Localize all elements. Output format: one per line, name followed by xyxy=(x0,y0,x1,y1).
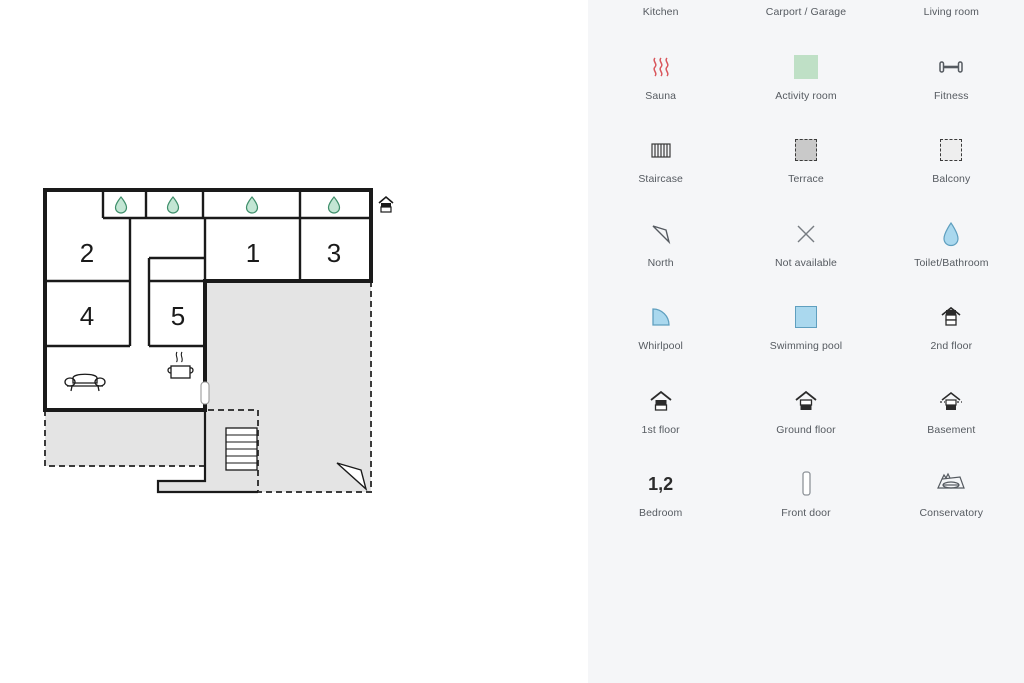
legend-item-label: Balcony xyxy=(932,173,971,185)
terrace-swatch-icon xyxy=(794,133,817,167)
legend-item-label: Sauna xyxy=(645,89,677,102)
legend-item-conservatory[interactable]: Conservatory xyxy=(879,453,1024,537)
legend-item-bedroom[interactable]: 1,2 Bedroom xyxy=(588,453,733,537)
front-door-icon xyxy=(797,467,815,501)
legend-item-sauna[interactable]: Sauna xyxy=(588,36,733,120)
legend-item-terrace[interactable]: Terrace xyxy=(733,119,878,203)
legend-item-label: Fitness xyxy=(934,89,969,102)
toilet-bathroom-marker xyxy=(166,196,180,214)
whirlpool-quarter-circle-icon xyxy=(648,300,674,334)
activity-room-swatch-icon xyxy=(793,50,818,84)
front-door-icon xyxy=(200,381,210,405)
ground-floor-house-icon xyxy=(792,384,820,418)
north-arrow-icon xyxy=(647,217,675,251)
legend-item-label: Carport / Garage xyxy=(765,6,847,18)
basement-house-icon xyxy=(936,384,966,418)
legend-item-label: North xyxy=(647,256,674,269)
legend-item-front-door[interactable]: Front door xyxy=(733,453,878,537)
legend-item-label: 2nd floor xyxy=(930,340,973,352)
legend-item-label: Activity room xyxy=(775,89,837,102)
legend-item-label: Ground floor xyxy=(776,423,836,436)
legend-item-swimming-pool[interactable]: Swimming pool xyxy=(733,286,878,370)
staircase-icon xyxy=(225,427,258,471)
legend-item-fitness[interactable]: Fitness xyxy=(879,36,1024,120)
legend-item-ground-floor[interactable]: Ground floor xyxy=(733,370,878,454)
floorplan-drawing: 2 1 3 4 5 xyxy=(43,188,394,494)
second-floor-house-icon xyxy=(937,300,965,334)
legend-item-basement[interactable]: Basement xyxy=(879,370,1024,454)
room-number-label: 2 xyxy=(80,238,94,268)
room-number-label: 3 xyxy=(327,238,341,268)
legend-item-label: Swimming pool xyxy=(769,340,843,352)
legend-item-north[interactable]: North xyxy=(588,203,733,287)
ground-floor-icon xyxy=(378,195,394,213)
legend-item-label: Front door xyxy=(781,507,831,519)
living-room-sofa-icon xyxy=(64,373,106,392)
legend-item-label: Not available xyxy=(774,256,837,269)
kitchen-pot-icon xyxy=(167,351,194,379)
legend-item-label: Whirlpool xyxy=(638,340,683,352)
toilet-bathroom-marker xyxy=(327,196,341,214)
balcony-swatch-icon xyxy=(940,133,963,167)
legend-item-2nd-floor[interactable]: 2nd floor xyxy=(879,286,1024,370)
bedroom-number-glyph: 1,2 xyxy=(648,467,673,501)
legend-item-whirlpool[interactable]: Whirlpool xyxy=(588,286,733,370)
legend-item-carport-garage[interactable]: Carport / Garage xyxy=(733,0,878,36)
room-number-label: 4 xyxy=(80,301,94,331)
legend-item-label: Staircase xyxy=(638,173,683,185)
legend-item-label: Basement xyxy=(927,423,976,436)
legend-item-label: Kitchen xyxy=(642,6,679,18)
legend-item-kitchen[interactable]: Kitchen xyxy=(588,0,733,36)
legend-item-staircase[interactable]: Staircase xyxy=(588,119,733,203)
legend-item-label: Bedroom xyxy=(639,507,683,519)
legend-item-living-room[interactable]: Living room xyxy=(879,0,1024,36)
conservatory-icon xyxy=(934,467,968,501)
legend-item-balcony[interactable]: Balcony xyxy=(879,119,1024,203)
toilet-bathroom-drop-icon xyxy=(941,217,961,251)
toilet-bathroom-marker xyxy=(114,196,128,214)
legend-item-label: Conservatory xyxy=(919,507,984,519)
staircase-icon xyxy=(648,133,674,167)
legend-item-activity-room[interactable]: Activity room xyxy=(733,36,878,120)
legend-item-label: Living room xyxy=(923,6,979,18)
bedroom-glyph-text: 1,2 xyxy=(648,474,674,494)
first-floor-house-icon xyxy=(647,384,675,418)
floorplan-canvas: 2 1 3 4 5 xyxy=(0,0,588,683)
legend-item-label: 1st floor xyxy=(641,423,680,436)
legend-grid: Kitchen Carport / Garage Living room Sau… xyxy=(588,0,1024,537)
swimming-pool-swatch-icon xyxy=(794,300,817,334)
room-number-label: 5 xyxy=(171,301,185,331)
legend-item-not-available[interactable]: Not available xyxy=(733,203,878,287)
terrace-area-bottom-left xyxy=(45,410,205,466)
toilet-bathroom-marker xyxy=(245,196,259,214)
legend-item-toilet-bathroom[interactable]: Toilet/Bathroom xyxy=(879,203,1024,287)
fitness-dumbbell-icon xyxy=(936,50,966,84)
legend-item-label: Terrace xyxy=(788,173,824,185)
legend-panel: Kitchen Carport / Garage Living room Sau… xyxy=(588,0,1024,683)
sauna-heat-waves-icon xyxy=(648,50,674,84)
legend-item-label: Toilet/Bathroom xyxy=(914,256,989,269)
legend-item-1st-floor[interactable]: 1st floor xyxy=(588,370,733,454)
room-number-label: 1 xyxy=(246,238,260,268)
not-available-cross-icon xyxy=(793,217,819,251)
